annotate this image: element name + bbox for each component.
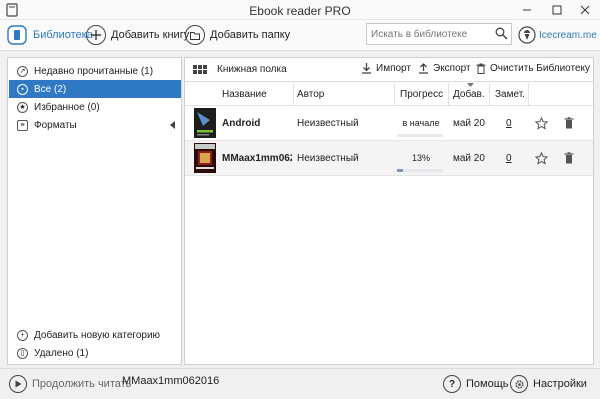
library-label: Библиотека <box>33 29 93 41</box>
sidebar-item-formats[interactable]: ≡ Форматы <box>9 116 181 134</box>
add-folder-label: Добавить папку <box>210 29 291 41</box>
library-button[interactable]: Библиотека <box>6 23 93 47</box>
delete-book-icon[interactable] <box>564 117 574 129</box>
recent-icon: ↗ <box>17 65 28 77</box>
progress-bar <box>397 134 443 137</box>
sidebar-item-recent[interactable]: ↗ Недавно прочитанные (1) <box>9 62 181 80</box>
table-row[interactable]: Android Неизвестный в начале май 20 0 <box>185 106 593 141</box>
progress-text: 13% <box>411 153 430 163</box>
progress-fill <box>397 169 403 172</box>
shelf-view-button[interactable]: Книжная полка <box>193 64 287 75</box>
star-icon: ★ <box>17 101 28 113</box>
column-header-progress[interactable]: Прогресс <box>400 89 443 100</box>
gear-icon <box>510 375 528 393</box>
favorite-star-icon[interactable] <box>535 117 548 130</box>
progress-bar <box>397 169 443 172</box>
trash-icon <box>476 63 486 74</box>
settings-button[interactable]: Настройки <box>510 375 587 393</box>
continue-label: Продолжить читать <box>32 378 132 390</box>
maximize-button[interactable] <box>542 0 572 20</box>
sidebar-item-favorites[interactable]: ★ Избранное (0) <box>9 98 181 116</box>
folder-icon <box>185 25 205 45</box>
shelf-label: Книжная полка <box>217 64 287 75</box>
search-input[interactable] <box>371 27 489 41</box>
expand-arrow-icon[interactable] <box>170 121 175 129</box>
add-category-button[interactable]: + Добавить новую категорию <box>9 326 181 344</box>
grid-icon <box>193 65 207 74</box>
export-button[interactable]: Экспорт <box>418 63 471 74</box>
continue-reading-button[interactable]: Продолжить читать <box>9 375 131 393</box>
notes-count-link[interactable]: 0 <box>506 153 512 164</box>
progress-text: в начале <box>402 118 440 128</box>
sidebar: ↗ Недавно прочитанные (1) ▪ Все (2) ★ Из… <box>7 57 182 365</box>
column-header-added[interactable]: Добав. <box>453 89 485 100</box>
settings-label: Настройки <box>533 378 587 390</box>
brand-label: Icecream.me <box>539 29 597 41</box>
library-icon <box>6 24 28 46</box>
export-label: Экспорт <box>433 63 471 74</box>
plus-icon: + <box>17 329 28 341</box>
sidebar-item-label: Удалено (1) <box>34 347 89 359</box>
import-icon <box>361 63 372 74</box>
add-category-label: Добавить новую категорию <box>34 329 161 341</box>
trash-icon: ▯ <box>17 347 28 359</box>
window-title: Ebook reader PRO <box>249 4 351 18</box>
search-icon[interactable] <box>495 27 508 40</box>
title-bar: Ebook reader PRO <box>0 0 600 20</box>
library-panel: Книжная полка Импорт Экспорт Очистить Би… <box>184 57 594 365</box>
column-header-title[interactable]: Название <box>222 89 267 100</box>
sidebar-item-label: Избранное (0) <box>34 101 100 113</box>
export-icon <box>418 63 429 74</box>
sidebar-item-label: Форматы <box>34 119 77 131</box>
book-author: Неизвестный <box>297 118 359 129</box>
notes-count-link[interactable]: 0 <box>506 118 512 129</box>
column-header-notes[interactable]: Замет. <box>495 89 525 100</box>
favorite-star-icon[interactable] <box>535 152 548 165</box>
plus-icon <box>86 25 106 45</box>
icecream-logo-icon <box>518 26 536 44</box>
sidebar-item-deleted[interactable]: ▯ Удалено (1) <box>9 344 181 362</box>
add-folder-button[interactable]: Добавить папку <box>185 23 290 47</box>
formats-icon: ≡ <box>17 119 28 131</box>
book-cover <box>194 143 216 173</box>
brand-link[interactable]: Icecream.me <box>518 23 597 47</box>
table-row[interactable]: MMaax1mm062016 Неизвестный 13% май 20 0 <box>185 141 593 176</box>
sort-arrow-icon <box>467 83 474 87</box>
book-added-date: май 20 <box>453 118 485 129</box>
add-book-button[interactable]: Добавить книгу <box>86 23 189 47</box>
delete-book-icon[interactable] <box>564 152 574 164</box>
help-icon: ? <box>443 375 461 393</box>
add-book-label: Добавить книгу <box>111 29 190 41</box>
help-button[interactable]: ? Помощь <box>443 375 509 393</box>
sidebar-item-label: Недавно прочитанные (1) <box>34 65 154 77</box>
import-button[interactable]: Импорт <box>361 63 411 74</box>
minimize-button[interactable] <box>512 0 542 20</box>
import-label: Импорт <box>376 63 411 74</box>
book-cover <box>194 108 216 138</box>
book-icon: ▪ <box>17 83 28 95</box>
search-box[interactable] <box>366 23 512 45</box>
current-book-name[interactable]: MMaax1mm062016 <box>122 375 219 387</box>
book-title: MMaax1mm062016 <box>222 153 292 164</box>
column-header-author[interactable]: Автор <box>297 89 324 100</box>
library-toolbar: Книжная полка Импорт Экспорт Очистить Би… <box>185 58 593 82</box>
clear-label: Очистить Библиотеку <box>490 63 591 74</box>
sidebar-item-label: Все (2) <box>34 83 67 95</box>
close-button[interactable] <box>570 0 600 20</box>
play-icon <box>9 375 27 393</box>
book-author: Неизвестный <box>297 153 359 164</box>
status-bar: Продолжить читать MMaax1mm062016 ? Помощ… <box>0 368 600 399</box>
clear-library-button[interactable]: Очистить Библиотеку <box>476 63 590 74</box>
sidebar-item-all[interactable]: ▪ Все (2) <box>9 80 181 98</box>
book-title: Android <box>222 118 261 129</box>
help-label: Помощь <box>466 378 509 390</box>
book-added-date: май 20 <box>453 153 485 164</box>
